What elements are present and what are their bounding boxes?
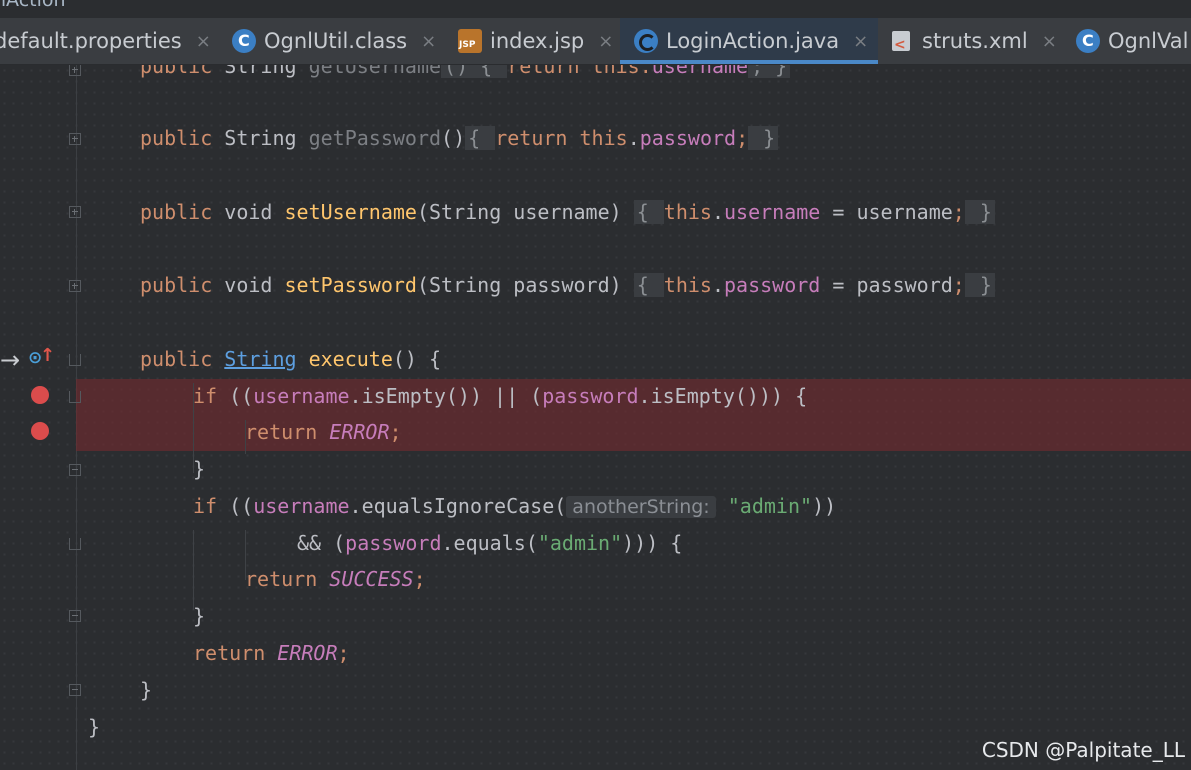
code-line: return SUCCESS; [245, 567, 426, 591]
fold-collapse-icon[interactable] [69, 354, 81, 366]
close-icon[interactable]: × [853, 31, 868, 52]
code-line: return ERROR; [245, 420, 402, 444]
tab-ognlutil-class[interactable]: OgnlUtil.class × [232, 18, 436, 64]
fold-expand-icon[interactable] [69, 133, 81, 145]
indent-guide [193, 530, 194, 610]
tab-label: OgnlVal [1108, 29, 1189, 53]
code-line: if ((username.equalsIgnoreCase(anotherSt… [193, 494, 837, 518]
editor-tab-bar: default.properties × OgnlUtil.class × in… [0, 18, 1191, 65]
code-line: public void setUsername(String username)… [140, 199, 995, 225]
tab-label: OgnlUtil.class [264, 29, 408, 53]
tab-struts-xml[interactable]: struts.xml × [890, 18, 1057, 64]
tab-label: index.jsp [490, 29, 585, 53]
code-line: public String execute() { [140, 347, 442, 371]
watermark: CSDN @Palpitate_LL [981, 738, 1185, 762]
breakpoint-icon[interactable] [31, 386, 49, 404]
code-line: } [193, 604, 206, 628]
tab-default-properties[interactable]: default.properties × [0, 18, 211, 64]
window-title: nAction [0, 0, 66, 11]
tab-loginaction-java[interactable]: LoginAction.java × [620, 18, 879, 64]
parameter-hint: anotherString: [566, 496, 716, 518]
tab-label: LoginAction.java [666, 29, 840, 53]
tab-label: default.properties [0, 29, 182, 53]
xml-file-icon [890, 29, 914, 53]
code-line: public void setPassword(String password)… [140, 272, 995, 298]
tab-label: struts.xml [922, 29, 1028, 53]
close-icon[interactable]: × [196, 31, 211, 52]
class-file-icon [232, 29, 256, 53]
tab-ognlval[interactable]: OgnlVal [1076, 18, 1188, 64]
java-class-icon [634, 29, 658, 53]
code-line: && (password.equals("admin"))) { [297, 531, 683, 555]
close-icon[interactable]: × [1042, 31, 1057, 52]
go-to-super-arrow-icon[interactable]: ↑ [40, 345, 55, 366]
fold-collapse-icon[interactable] [69, 538, 81, 550]
string-type-link[interactable]: String [224, 347, 296, 371]
code-line: return ERROR; [193, 641, 350, 665]
code-editor[interactable]: → ⊙ ↑ public String getUsername() { retu… [0, 65, 1191, 770]
fold-expand-icon[interactable] [69, 280, 81, 292]
fold-end-icon[interactable] [69, 610, 81, 622]
code-line: } [140, 678, 153, 702]
jsp-file-icon [458, 29, 482, 53]
code-line: public String getUsername() { return thi… [140, 65, 791, 79]
fold-end-icon[interactable] [69, 464, 81, 476]
code-line: } [88, 715, 101, 739]
code-line: public String getPassword(){ return this… [140, 125, 779, 151]
code-line: } [193, 457, 206, 481]
fold-end-icon[interactable] [69, 684, 81, 696]
class-file-icon [1076, 29, 1100, 53]
tab-index-jsp[interactable]: index.jsp × [458, 18, 613, 64]
close-icon[interactable]: × [421, 31, 436, 52]
fold-expand-icon[interactable] [69, 206, 81, 218]
breakpoint-line-highlight [76, 415, 1191, 451]
fold-expand-icon[interactable] [69, 65, 81, 76]
fold-collapse-icon[interactable] [69, 391, 81, 403]
execution-point-arrow-icon: → [0, 346, 21, 374]
window-title-bar: nAction [0, 0, 1191, 18]
breakpoint-icon[interactable] [31, 422, 49, 440]
code-line: if ((username.isEmpty()) || (password.is… [193, 384, 808, 408]
close-icon[interactable]: × [598, 31, 613, 52]
